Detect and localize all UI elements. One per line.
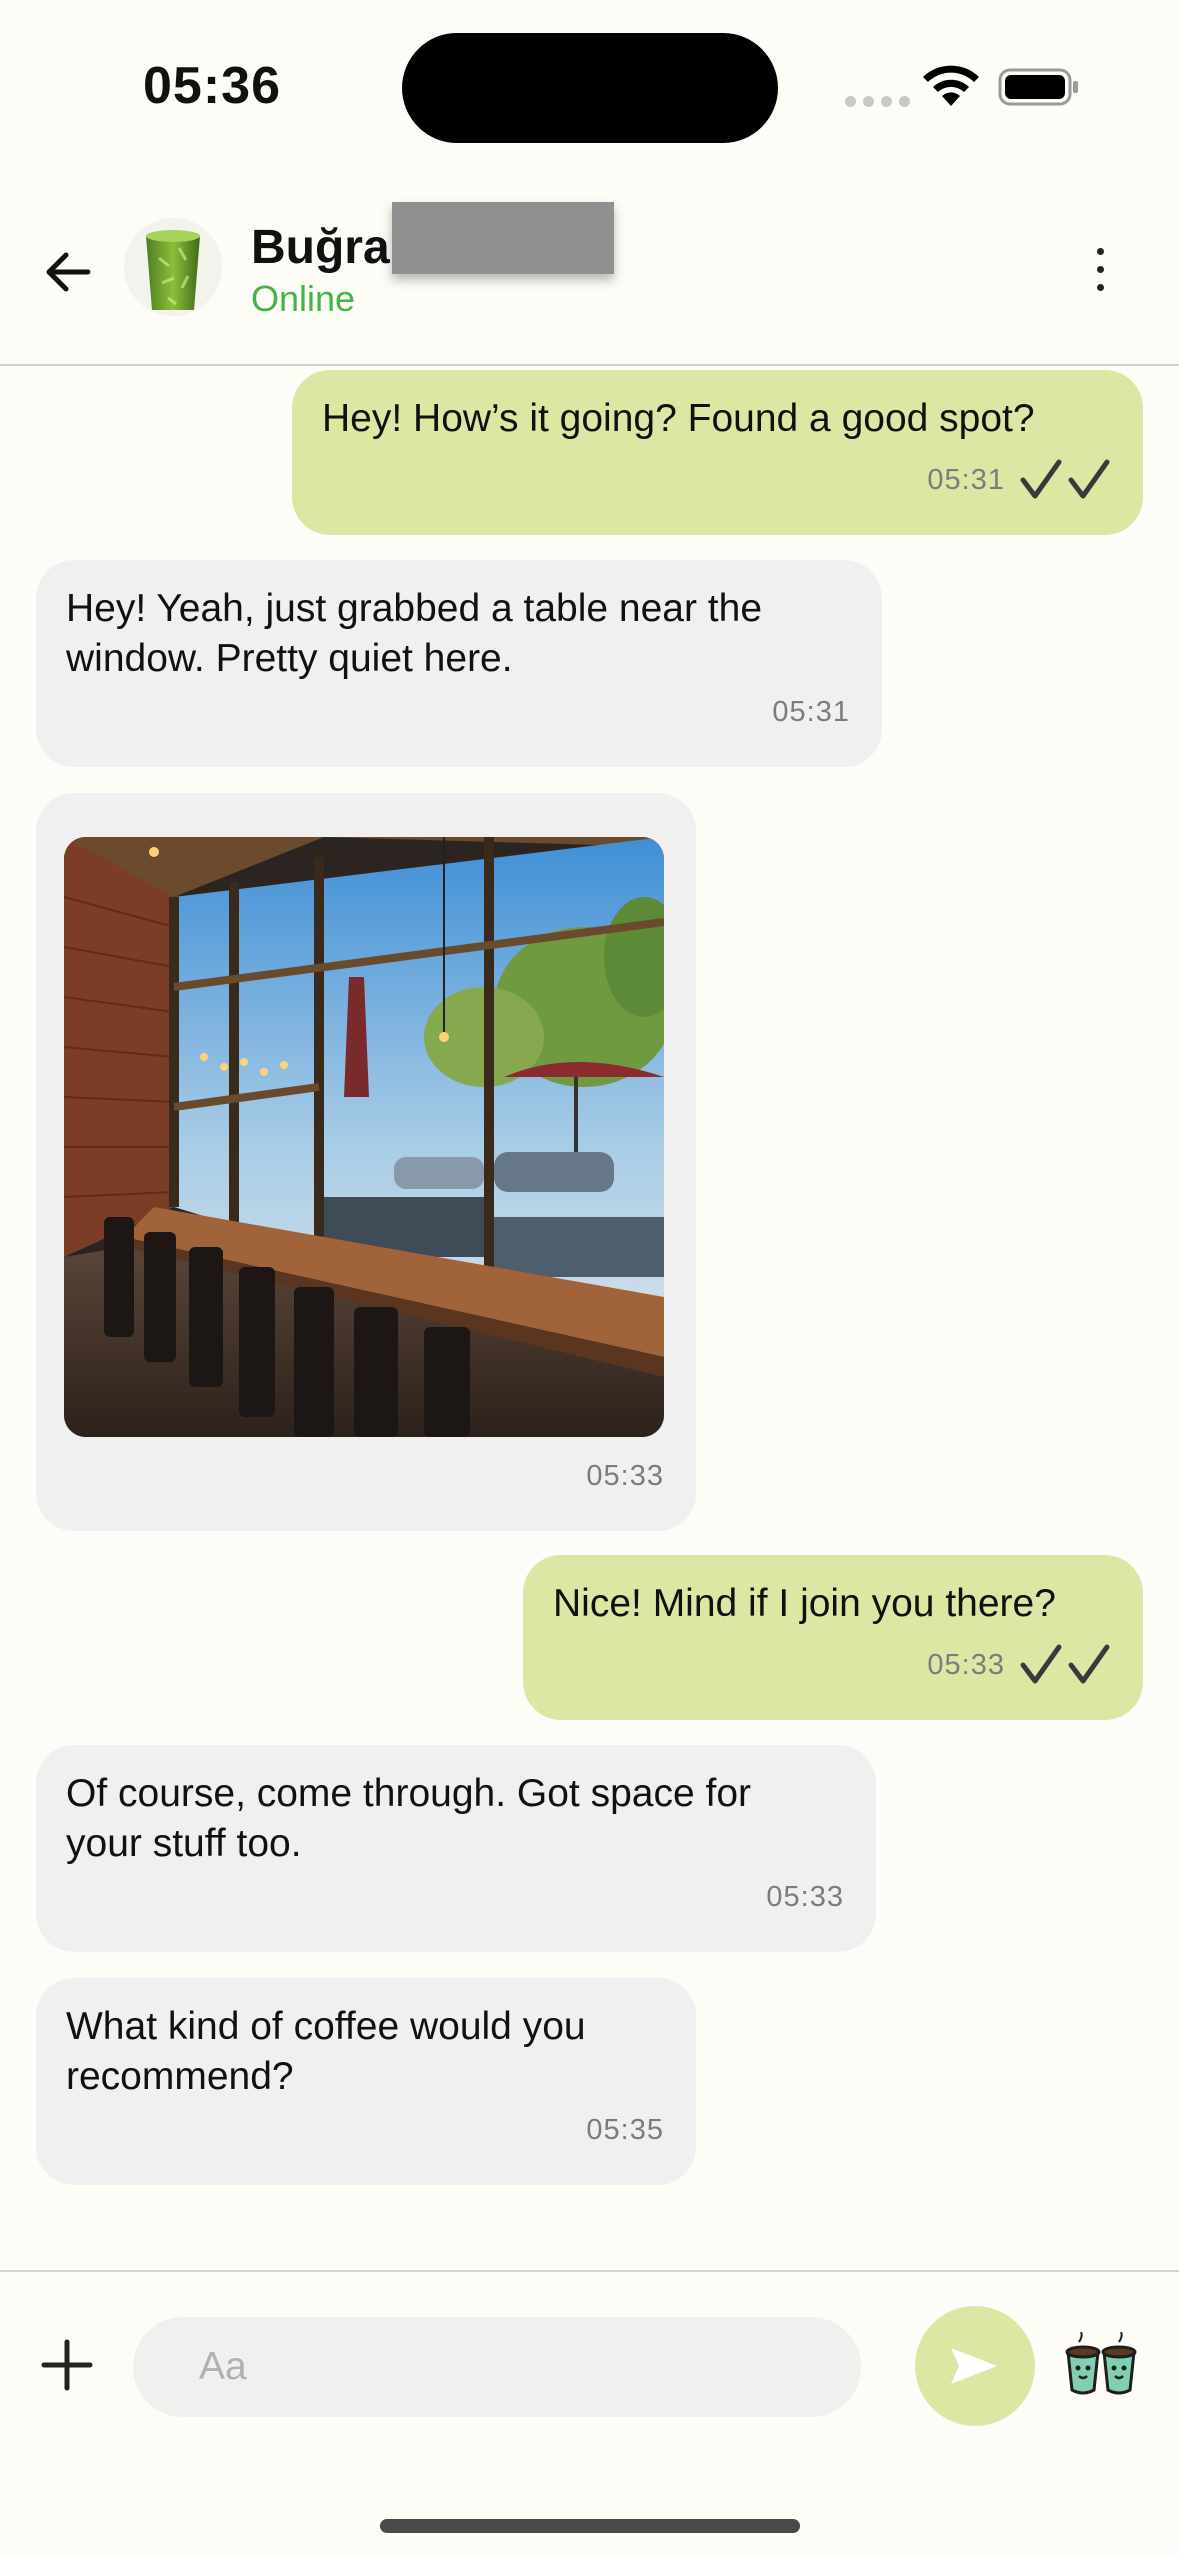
- message-bubble-outgoing[interactable]: Nice! Mind if I join you there? 05:33: [523, 1555, 1143, 1720]
- more-vertical-icon[interactable]: [1080, 240, 1120, 300]
- message-time: 05:31: [772, 696, 850, 728]
- chat-screen: 05:36 Buğra Online Hey! How’s it going? …: [0, 0, 1179, 2556]
- redacted-surname: [392, 202, 614, 274]
- battery-icon: [998, 68, 1078, 106]
- message-input[interactable]: [133, 2317, 861, 2417]
- presence-status: Online: [251, 278, 356, 319]
- message-bubble-incoming[interactable]: Hey! Yeah, just grabbed a table near the…: [36, 560, 882, 767]
- send-button[interactable]: [915, 2306, 1035, 2426]
- wifi-icon: [923, 65, 979, 106]
- message-time: 05:35: [586, 2114, 664, 2146]
- status-time: 05:36: [143, 57, 281, 115]
- status-bar: 05:36: [0, 0, 1179, 170]
- message-bubble-outgoing[interactable]: Hey! How’s it going? Found a good spot? …: [292, 370, 1143, 535]
- plus-icon[interactable]: [36, 2334, 98, 2396]
- message-meta: 05:33: [927, 1640, 1111, 1690]
- message-meta: 05:33: [586, 1451, 664, 1501]
- chat-header: Buğra Online: [0, 170, 1179, 366]
- dynamic-island: [402, 33, 778, 143]
- read-receipt-icon: [1020, 459, 1110, 499]
- home-indicator[interactable]: [380, 2519, 800, 2533]
- message-text: Hey! How’s it going? Found a good spot?: [322, 397, 1035, 440]
- message-meta: 05:31: [927, 455, 1111, 505]
- message-composer: [0, 2270, 1179, 2556]
- message-time: 05:33: [766, 1881, 844, 1913]
- contact-name: Buğra: [251, 221, 390, 274]
- message-meta: 05:33: [766, 1872, 844, 1922]
- cafe-photo[interactable]: [64, 837, 664, 1437]
- message-time: 05:33: [927, 1649, 1005, 1681]
- back-arrow-icon[interactable]: [38, 242, 98, 302]
- send-icon: [951, 2348, 997, 2384]
- message-bubble-incoming[interactable]: Of course, come through. Got space for y…: [36, 1745, 876, 1952]
- message-time: 05:33: [586, 1460, 664, 1492]
- coffee-cups-sticker-icon[interactable]: [1064, 2332, 1140, 2398]
- message-text: Nice! Mind if I join you there?: [553, 1582, 1056, 1625]
- message-bubble-image[interactable]: 05:33: [36, 793, 696, 1531]
- message-meta: 05:31: [772, 687, 850, 737]
- read-receipt-icon: [1020, 1644, 1110, 1684]
- message-text: Of course, come through. Got space for y…: [66, 1772, 751, 1865]
- cellular-signal-icon: [845, 96, 910, 107]
- message-time: 05:31: [927, 464, 1005, 496]
- message-text: Hey! Yeah, just grabbed a table near the…: [66, 587, 763, 680]
- contact-avatar[interactable]: [124, 218, 222, 316]
- message-text: What kind of coffee would you recommend?: [66, 2005, 586, 2098]
- message-meta: 05:35: [586, 2105, 664, 2155]
- message-bubble-incoming[interactable]: What kind of coffee would you recommend?…: [36, 1978, 696, 2185]
